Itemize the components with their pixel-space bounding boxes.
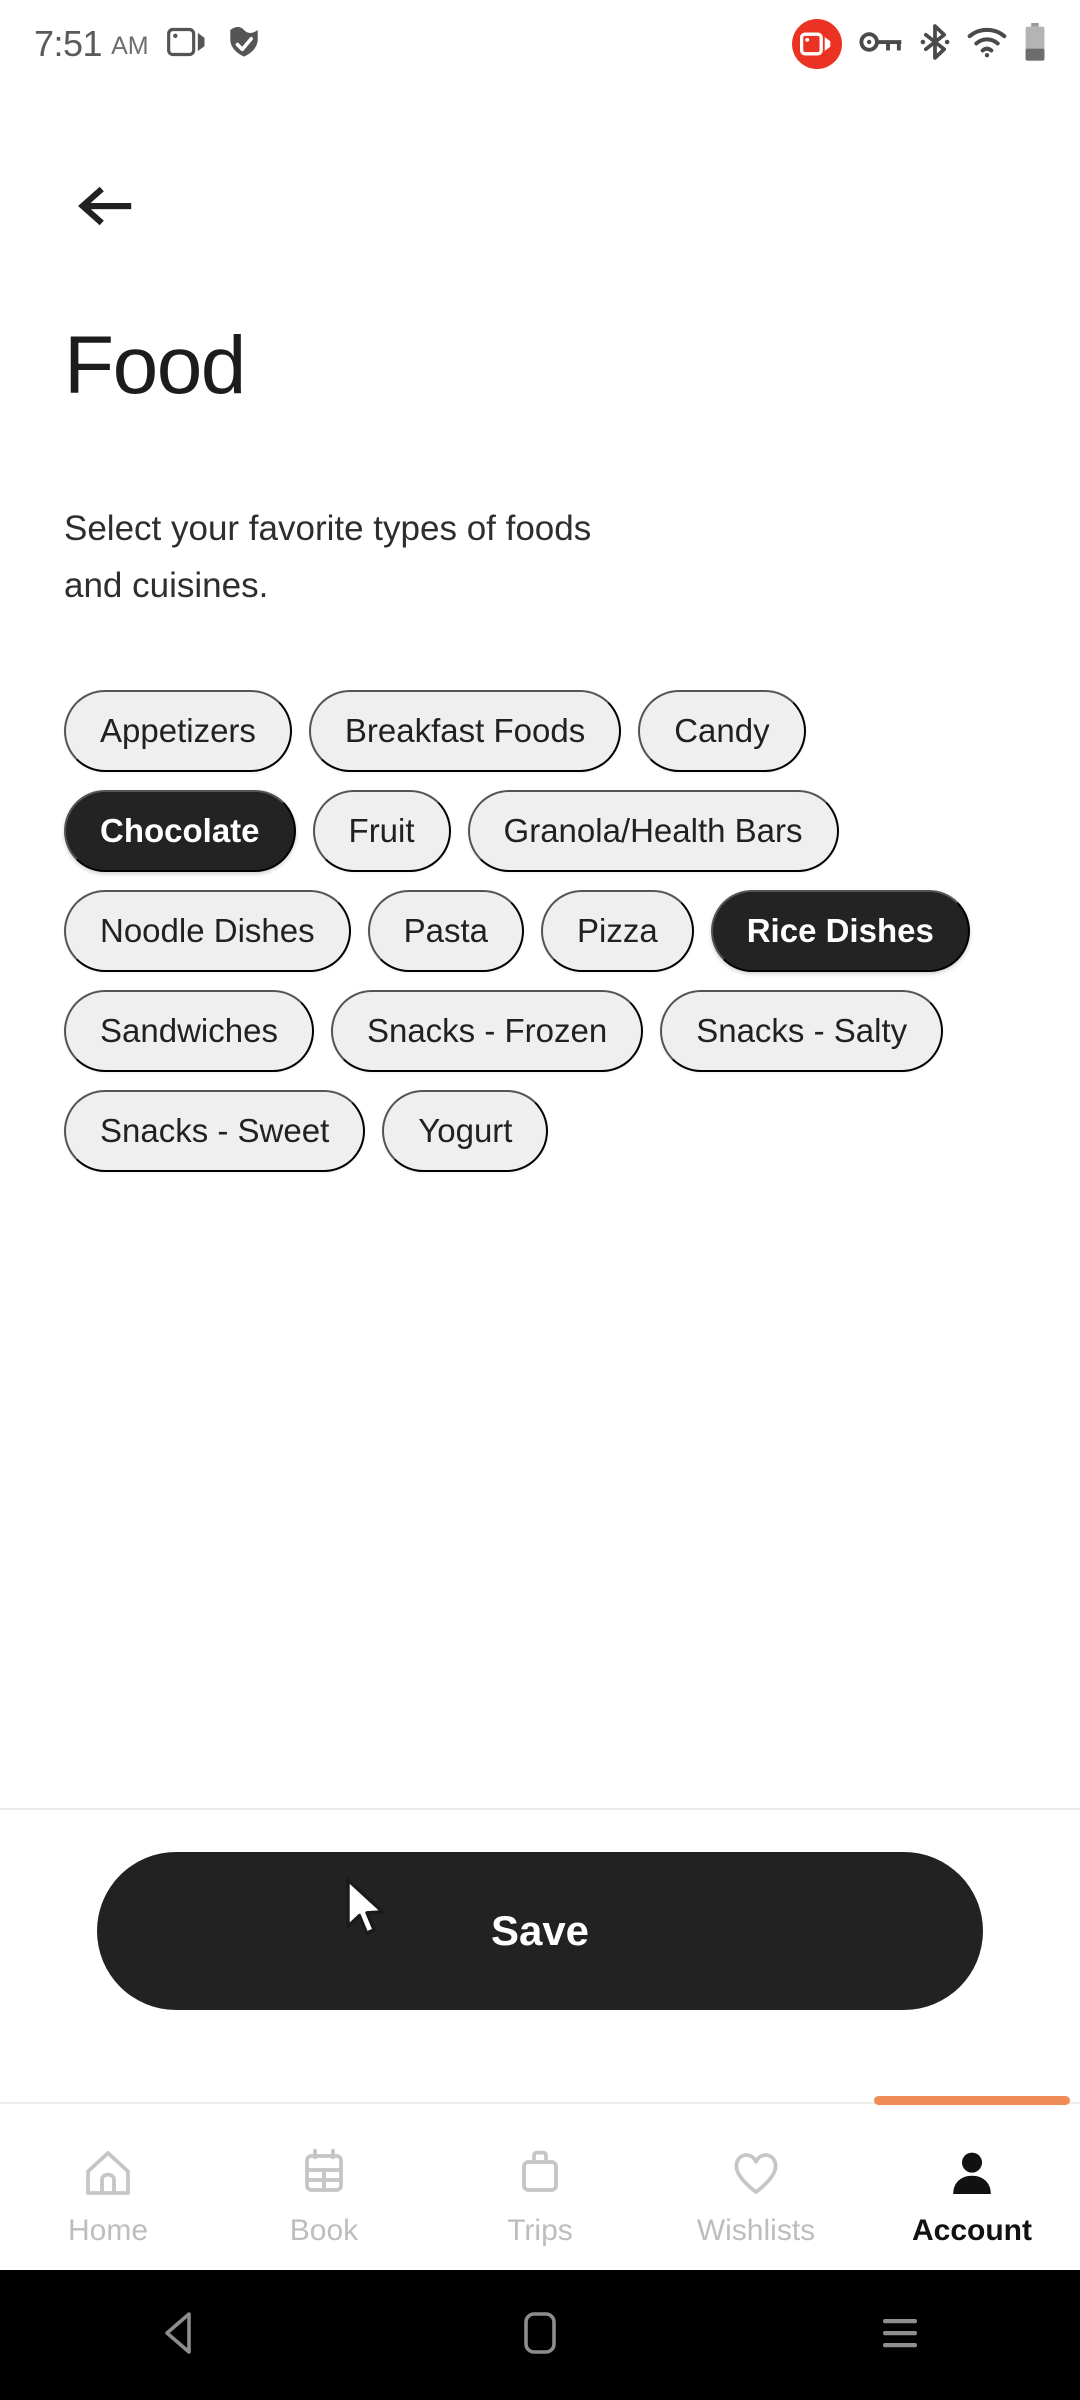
status-time: 7:51 — [34, 23, 103, 64]
chip-label: Snacks - Salty — [696, 1012, 908, 1049]
chip-label: Fruit — [348, 812, 415, 849]
page-description: Select your favorite types of foods and … — [64, 509, 592, 605]
chip-label: Pasta — [403, 912, 489, 949]
person-icon — [946, 2142, 998, 2204]
chip-label: Noodle Dishes — [100, 912, 315, 949]
chip-chocolate[interactable]: Chocolate — [64, 790, 296, 872]
footer-divider — [0, 1808, 1080, 1810]
recents-lines-icon — [879, 2312, 921, 2359]
chip-appetizers[interactable]: Appetizers — [64, 690, 292, 772]
home-square-icon — [522, 2310, 558, 2361]
chip-snacks-frozen[interactable]: Snacks - Frozen — [330, 990, 644, 1072]
chip-label: Rice Dishes — [746, 912, 934, 949]
home-icon — [82, 2142, 134, 2204]
footer-action-bar: Save — [0, 1852, 1080, 2010]
chip-label: Pizza — [577, 912, 658, 949]
food-category-chip-group: Appetizers Breakfast Foods Candy Chocolate F… — [64, 690, 1024, 1172]
heart-icon — [730, 2142, 782, 2204]
system-home-button[interactable] — [470, 2270, 610, 2400]
tab-label: Account — [912, 2214, 1032, 2247]
system-back-button[interactable] — [110, 2270, 250, 2400]
chip-label: Granola/Health Bars — [503, 812, 803, 849]
chip-label: Candy — [674, 712, 770, 749]
chip-pasta[interactable]: Pasta — [367, 890, 525, 972]
screen-record-icon — [792, 19, 842, 69]
chip-noodle-dishes[interactable]: Noodle Dishes — [64, 890, 351, 972]
wifi-icon — [967, 26, 1007, 63]
status-time-ampm: AM — [111, 32, 149, 60]
save-button[interactable]: Save — [97, 1852, 983, 2010]
back-button[interactable] — [66, 168, 146, 248]
screen-cast-icon — [166, 25, 207, 64]
calendar-icon — [298, 2142, 350, 2204]
status-bar: 7:51 AM — [0, 0, 1080, 88]
chip-snacks-salty[interactable]: Snacks - Salty — [660, 990, 944, 1072]
chip-label: Snacks - Frozen — [366, 1012, 608, 1049]
vpn-shield-check-icon — [225, 24, 263, 65]
chip-granola-health-bars[interactable]: Granola/Health Bars — [467, 790, 839, 872]
chip-label: Appetizers — [100, 712, 256, 749]
chip-snacks-sweet[interactable]: Snacks - Sweet — [64, 1090, 366, 1172]
chip-breakfast-foods[interactable]: Breakfast Foods — [308, 690, 622, 772]
chip-candy[interactable]: Candy — [638, 690, 806, 772]
back-triangle-icon — [159, 2310, 201, 2361]
chip-rice-dishes[interactable]: Rice Dishes — [710, 890, 970, 972]
battery-icon — [1024, 22, 1046, 66]
android-system-navigation-bar — [0, 2270, 1080, 2400]
suitcase-icon — [514, 2142, 566, 2204]
page-title: Food — [64, 320, 246, 411]
chip-label: Snacks - Sweet — [100, 1112, 330, 1149]
status-bar-right — [792, 19, 1046, 69]
chip-label: Breakfast Foods — [344, 712, 586, 749]
chip-label: Yogurt — [418, 1112, 513, 1149]
chip-pizza[interactable]: Pizza — [541, 890, 694, 972]
phone-screen: 7:51 AM Food Select your favorite types … — [0, 0, 1080, 2400]
chip-fruit[interactable]: Fruit — [312, 790, 451, 872]
active-tab-indicator — [874, 2096, 1070, 2105]
arrow-left-icon — [78, 184, 134, 233]
chip-label: Chocolate — [100, 812, 260, 849]
status-bar-left: 7:51 AM — [34, 23, 263, 65]
tab-label: Trips — [507, 2214, 573, 2247]
tab-label: Home — [67, 2214, 149, 2247]
bluetooth-icon — [920, 23, 950, 65]
chip-yogurt[interactable]: Yogurt — [382, 1090, 549, 1172]
chip-label: Sandwiches — [100, 1012, 278, 1049]
system-recents-button[interactable] — [830, 2270, 970, 2400]
tab-label: Wishlists — [696, 2214, 816, 2247]
vpn-key-icon — [859, 28, 903, 61]
chip-sandwiches[interactable]: Sandwiches — [64, 990, 314, 1072]
tab-label: Book — [289, 2214, 359, 2247]
